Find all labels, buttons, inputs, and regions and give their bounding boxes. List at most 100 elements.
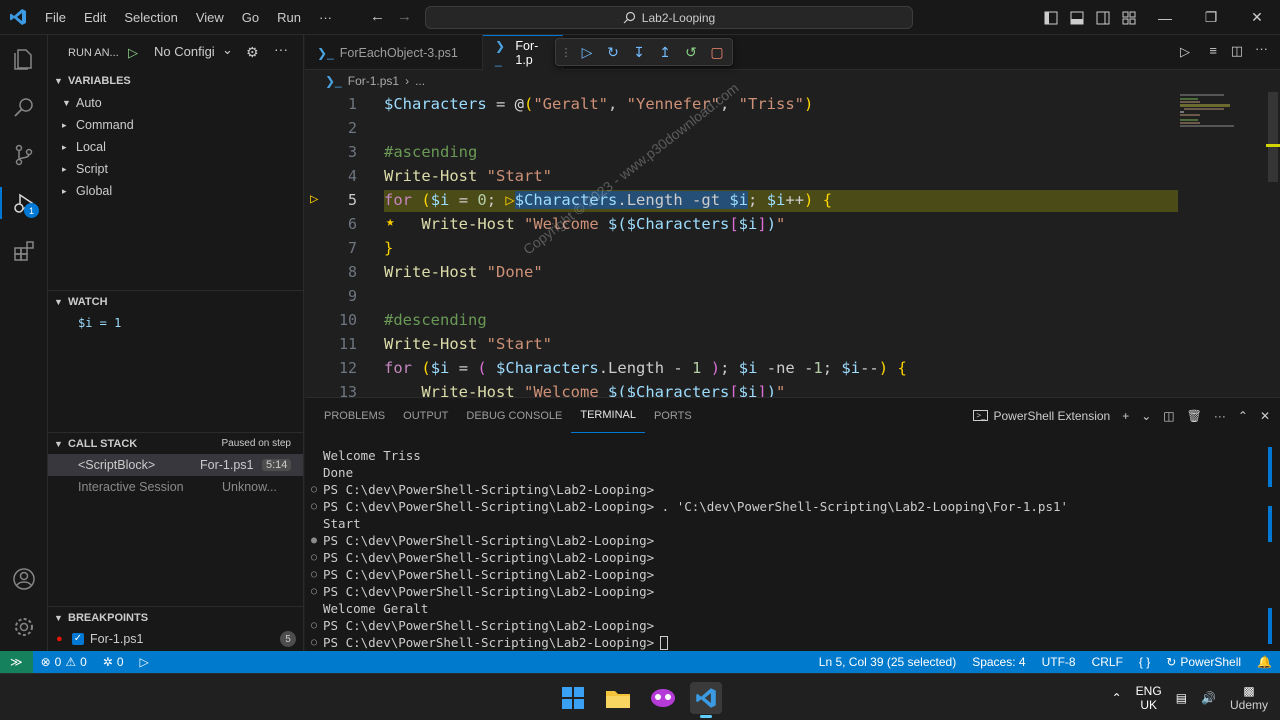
customize-layout-icon[interactable] xyxy=(1116,5,1142,31)
tab-ports[interactable]: PORTS xyxy=(645,398,701,433)
menu-view[interactable]: View xyxy=(187,0,233,35)
minimize-icon[interactable]: — xyxy=(1142,0,1188,35)
step-out-icon[interactable]: ↥ xyxy=(656,43,674,61)
indentation[interactable]: Spaces: 4 xyxy=(964,655,1033,669)
volume-icon[interactable]: 🔊 xyxy=(1201,691,1216,705)
step-over-icon[interactable]: ↻ xyxy=(604,43,622,61)
command-decoration-icon[interactable]: ○ xyxy=(305,569,323,580)
breadcrumb-file[interactable]: For-1.ps1 xyxy=(348,74,399,88)
step-into-icon[interactable]: ↧ xyxy=(630,43,648,61)
variables-section-header[interactable]: ▼ VARIABLES xyxy=(48,70,303,92)
launch-config-select[interactable]: No Configi xyxy=(154,44,215,59)
breakpoint-checkbox[interactable]: ✓ xyxy=(72,633,84,645)
language-braces-icon[interactable]: { } xyxy=(1131,655,1158,669)
restart-icon[interactable]: ↺ xyxy=(682,43,700,61)
tab-terminal[interactable]: TERMINAL xyxy=(571,398,645,433)
encoding[interactable]: UTF-8 xyxy=(1034,655,1084,669)
breakpoint-item[interactable]: ● ✓ For-1.ps1 5 xyxy=(56,628,296,650)
back-arrow-icon[interactable]: ← xyxy=(370,8,385,25)
kill-terminal-trash-icon[interactable]: 🗑 xyxy=(1187,409,1202,423)
cursor-position[interactable]: Ln 5, Col 39 (25 selected) xyxy=(811,655,964,669)
remote-indicator[interactable]: ≫ xyxy=(0,651,33,673)
end-of-line[interactable]: CRLF xyxy=(1084,655,1131,669)
maximize-panel-icon[interactable]: ⌃ xyxy=(1238,409,1248,423)
menu-go[interactable]: Go xyxy=(233,0,268,35)
tab-output[interactable]: OUTPUT xyxy=(394,398,457,433)
variable-group-script[interactable]: ▸ Script xyxy=(48,158,303,180)
command-decoration-icon[interactable]: ○ xyxy=(305,620,323,631)
forward-arrow-icon[interactable]: → xyxy=(397,8,412,25)
start-debugging-play-icon[interactable]: ▷ xyxy=(128,45,138,61)
extensions-icon[interactable] xyxy=(0,227,48,275)
app-mask-icon[interactable] xyxy=(647,682,679,714)
chevron-up-icon[interactable]: ⌃ xyxy=(1112,691,1122,705)
drag-handle-icon[interactable]: ⋮ xyxy=(561,43,572,61)
stop-icon[interactable]: ▢ xyxy=(708,43,726,61)
panel-more-icon[interactable]: ··· xyxy=(1214,409,1226,423)
continue-icon[interactable]: ▷ xyxy=(578,43,596,61)
menu-selection[interactable]: Selection xyxy=(115,0,186,35)
explorer-icon[interactable] xyxy=(0,35,48,83)
toggle-secondary-sidebar-icon[interactable] xyxy=(1090,5,1116,31)
command-decoration-icon[interactable]: ○ xyxy=(305,484,323,495)
variable-group-global[interactable]: ▸ Global xyxy=(48,180,303,202)
breakpoints-section-header[interactable]: ▼ BREAKPOINTS xyxy=(48,606,303,628)
watch-section-header[interactable]: ▼ WATCH xyxy=(48,290,303,312)
menu-run[interactable]: Run xyxy=(268,0,310,35)
callstack-frame[interactable]: <ScriptBlock> For-1.ps1 5:14 xyxy=(48,454,303,476)
breadcrumb-symbol[interactable]: ... xyxy=(415,74,425,88)
run-and-debug-icon[interactable]: 1 xyxy=(0,179,48,227)
source-control-icon[interactable] xyxy=(0,131,48,179)
tab-problems[interactable]: PROBLEMS xyxy=(315,398,394,433)
battery-icon[interactable]: ▩ xyxy=(1243,684,1254,698)
accounts-icon[interactable] xyxy=(0,555,48,603)
language-mode[interactable]: ↻ PowerShell xyxy=(1158,655,1249,669)
toggle-primary-sidebar-icon[interactable] xyxy=(1038,5,1064,31)
editor-more-icon[interactable]: ··· xyxy=(1255,41,1268,56)
command-decoration-icon[interactable]: ○ xyxy=(305,501,323,512)
minimap[interactable] xyxy=(1180,92,1240,132)
more-actions-icon[interactable]: ··· xyxy=(274,41,288,57)
menu-more[interactable]: ··· xyxy=(310,0,341,35)
notifications-bell-icon[interactable]: 🔔 xyxy=(1249,655,1280,669)
ports-indicator[interactable]: ✲ 0 xyxy=(95,655,132,669)
file-explorer-icon[interactable] xyxy=(602,682,634,714)
debug-settings-gear-icon[interactable]: ⚙ xyxy=(246,44,259,61)
menu-edit[interactable]: Edit xyxy=(75,0,115,35)
terminal-shell-selector[interactable]: >_ PowerShell Extension xyxy=(973,409,1110,423)
command-decoration-icon[interactable]: ● xyxy=(305,535,323,546)
variable-group-command[interactable]: ▸ Command xyxy=(48,114,303,136)
manage-gear-icon[interactable] xyxy=(0,603,48,651)
editor-scrollbar[interactable] xyxy=(1266,92,1280,397)
split-terminal-icon[interactable]: ◫ xyxy=(1163,409,1174,423)
variable-group-auto[interactable]: ▼ Auto xyxy=(48,92,303,114)
problems-indicator[interactable]: ⊗ 0 ⚠ 0 xyxy=(33,655,95,669)
tab-for-1[interactable]: ❯_ For-1.p xyxy=(483,35,563,70)
variable-group-local[interactable]: ▸ Local xyxy=(48,136,303,158)
menu-file[interactable]: File xyxy=(36,0,75,35)
terminal-output[interactable]: Welcome Triss Done ○ PS C:\dev\PowerShell-S… xyxy=(305,447,1265,651)
run-selection-icon[interactable]: ≡ xyxy=(1209,43,1217,58)
chevron-down-icon[interactable]: ⌄ xyxy=(1141,409,1151,423)
callstack-section-header[interactable]: ▼ CALL STACK Paused on step xyxy=(48,432,303,454)
toggle-panel-icon[interactable] xyxy=(1064,5,1090,31)
chevron-down-icon[interactable]: ⌄ xyxy=(222,42,233,58)
windows-start-icon[interactable] xyxy=(557,682,589,714)
run-file-icon[interactable]: ▷ xyxy=(1180,44,1190,60)
command-decoration-icon[interactable]: ○ xyxy=(305,586,323,597)
close-panel-icon[interactable]: ✕ xyxy=(1260,409,1270,423)
command-decoration-icon[interactable]: ○ xyxy=(305,637,323,648)
tab-debug-console[interactable]: DEBUG CONSOLE xyxy=(457,398,571,433)
vscode-taskbar-icon[interactable] xyxy=(690,682,722,718)
command-center-search[interactable]: Lab2-Looping xyxy=(425,6,913,29)
callstack-session[interactable]: Interactive Session Unknow... xyxy=(78,476,277,498)
network-icon[interactable]: ▤ xyxy=(1176,691,1187,705)
debug-status-icon[interactable]: ▷ xyxy=(132,655,157,669)
split-editor-icon[interactable]: ◫ xyxy=(1231,43,1243,59)
code-editor[interactable]: 1 $Characters = @("Geralt", "Yennefer", … xyxy=(305,92,1280,397)
restore-icon[interactable]: ❐ xyxy=(1188,0,1234,35)
input-language[interactable]: ENG UK xyxy=(1136,684,1162,712)
search-view-icon[interactable] xyxy=(0,83,48,131)
new-terminal-icon[interactable]: + xyxy=(1122,409,1129,423)
close-window-icon[interactable]: ✕ xyxy=(1234,0,1280,35)
